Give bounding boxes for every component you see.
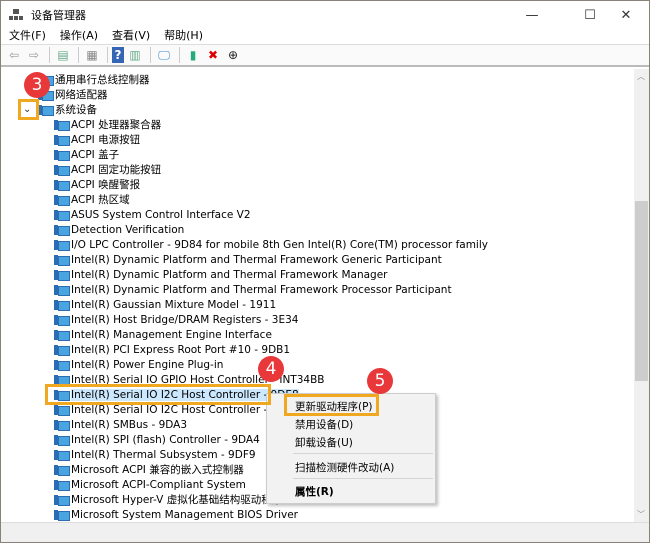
help-icon[interactable]: ? (112, 47, 124, 63)
divider (107, 47, 108, 63)
menu-bar: 文件(F) 操作(A) 查看(V) 帮助(H) (1, 29, 649, 45)
action-pane-icon[interactable]: ▥ (126, 47, 144, 63)
forward-icon[interactable]: ⇨ (25, 47, 43, 63)
divider (293, 453, 433, 454)
device-icon (54, 329, 70, 341)
window-title: 设备管理器 (31, 9, 86, 22)
back-icon[interactable]: ⇦ (5, 47, 23, 63)
device-icon (54, 404, 70, 416)
device-icon (54, 479, 70, 491)
tree-device-item[interactable]: Intel(R) Thermal Subsystem - 9DF9 (54, 447, 256, 462)
device-icon (54, 434, 70, 446)
scrollbar-thumb[interactable] (635, 201, 648, 381)
device-icon (54, 299, 70, 311)
tree-device-item[interactable]: Microsoft Hyper-V 虚拟化基础结构驱动程序 (54, 492, 282, 507)
tree-device-item[interactable]: ACPI 唤醒警报 (54, 177, 140, 192)
device-icon (54, 284, 70, 296)
tree-device-item[interactable]: Intel(R) Power Engine Plug-in (54, 357, 223, 372)
tree-device-item[interactable]: Intel(R) SPI (flash) Controller - 9DA4 (54, 432, 260, 447)
monitor-icon[interactable]: 🖵 (155, 47, 173, 63)
menu-item-disable-device[interactable]: 禁用设备(D) (295, 417, 353, 432)
device-icon (54, 314, 70, 326)
tree-device-item[interactable]: Microsoft ACPI-Compliant System (54, 477, 246, 492)
tree-device-item[interactable]: ACPI 热区域 (54, 192, 130, 207)
vertical-scrollbar[interactable]: ︿ ﹀ (634, 69, 649, 522)
device-manager-window: 设备管理器 — ☐ ✕ 文件(F) 操作(A) 查看(V) 帮助(H) ⇦ ⇨ … (0, 0, 650, 543)
tree-device-item[interactable]: I/O LPC Controller - 9D84 for mobile 8th… (54, 237, 488, 252)
device-icon (54, 209, 70, 221)
tree-device-item[interactable]: ACPI 盖子 (54, 147, 119, 162)
device-icon (54, 149, 70, 161)
device-icon (54, 119, 70, 131)
title-bar: 设备管理器 — ☐ ✕ (1, 1, 649, 29)
toolbar: ⇦ ⇨ ▤ ▦ ? ▥ 🖵 ▮ ✖ ⊕ (1, 45, 649, 67)
device-icon (54, 194, 70, 206)
status-bar (1, 522, 649, 542)
menu-item-scan-hardware[interactable]: 扫描检测硬件改动(A) (295, 460, 394, 475)
device-icon (54, 494, 70, 506)
update-driver-icon[interactable]: ▮ (184, 47, 202, 63)
divider (179, 47, 180, 63)
tree-device-item[interactable]: Intel(R) Host Bridge/DRAM Registers - 3E… (54, 312, 298, 327)
menu-help[interactable]: 帮助(H) (156, 29, 203, 44)
close-button[interactable]: ✕ (603, 1, 649, 29)
menu-item-uninstall-device[interactable]: 卸载设备(U) (295, 435, 353, 450)
step-badge-5: 5 (367, 368, 393, 394)
device-icon (54, 359, 70, 371)
divider (150, 47, 151, 63)
tree-device-item[interactable]: Intel(R) Dynamic Platform and Thermal Fr… (54, 252, 442, 267)
device-icon (54, 464, 70, 476)
tree-device-item[interactable]: Detection Verification (54, 222, 184, 237)
minimize-button[interactable]: — (509, 1, 555, 29)
tree-device-item[interactable]: Intel(R) Dynamic Platform and Thermal Fr… (54, 267, 388, 282)
tree-device-item[interactable]: Intel(R) PCI Express Root Port #10 - 9DB… (54, 342, 290, 357)
menu-item-properties[interactable]: 属性(R) (295, 484, 334, 499)
tree-device-item[interactable]: ACPI 固定功能按钮 (54, 162, 161, 177)
tree-device-item[interactable]: Intel(R) SMBus - 9DA3 (54, 417, 187, 432)
divider (293, 478, 433, 479)
highlight-box-chevron (18, 99, 39, 120)
tree-device-item[interactable]: Intel(R) Dynamic Platform and Thermal Fr… (54, 282, 452, 297)
tree-device-item[interactable]: ACPI 电源按钮 (54, 132, 140, 147)
device-icon (54, 269, 70, 281)
device-icon (54, 419, 70, 431)
scroll-up-icon[interactable]: ︿ (637, 71, 645, 82)
device-icon (54, 179, 70, 191)
divider (78, 47, 79, 63)
tree-category-usb[interactable]: 通用串行总线控制器 (38, 72, 150, 87)
device-icon (54, 509, 70, 521)
device-icon (38, 104, 54, 116)
highlight-box-update-driver (284, 394, 379, 416)
highlight-box-selected-device (45, 384, 271, 405)
menu-action[interactable]: 操作(A) (52, 29, 98, 44)
tree-device-item[interactable]: Intel(R) Gaussian Mixture Model - 1911 (54, 297, 276, 312)
divider (49, 47, 50, 63)
menu-view[interactable]: 查看(V) (104, 29, 150, 44)
properties-icon[interactable]: ▦ (83, 47, 101, 63)
device-icon (54, 224, 70, 236)
tree-device-item[interactable]: Microsoft ACPI 兼容的嵌入式控制器 (54, 462, 244, 477)
tree-device-item[interactable]: ASUS System Control Interface V2 (54, 207, 251, 222)
tree-device-item[interactable]: Microsoft System Management BIOS Driver (54, 507, 298, 522)
tree-device-item[interactable]: ACPI 处理器聚合器 (54, 117, 161, 132)
scroll-down-icon[interactable]: ﹀ (637, 509, 645, 520)
device-icon (54, 344, 70, 356)
show-hide-console-tree-icon[interactable]: ▤ (54, 47, 72, 63)
device-icon (54, 449, 70, 461)
menu-file[interactable]: 文件(F) (1, 29, 46, 44)
step-badge-3: 3 (24, 72, 50, 98)
uninstall-icon[interactable]: ✖ (204, 47, 222, 63)
step-badge-4: 4 (258, 356, 284, 382)
device-icon (54, 239, 70, 251)
device-icon (54, 254, 70, 266)
download-icon[interactable]: ⊕ (224, 47, 242, 63)
device-icon (54, 164, 70, 176)
device-manager-icon (9, 9, 23, 21)
tree-device-item[interactable]: Intel(R) Management Engine Interface (54, 327, 272, 342)
device-icon (54, 134, 70, 146)
